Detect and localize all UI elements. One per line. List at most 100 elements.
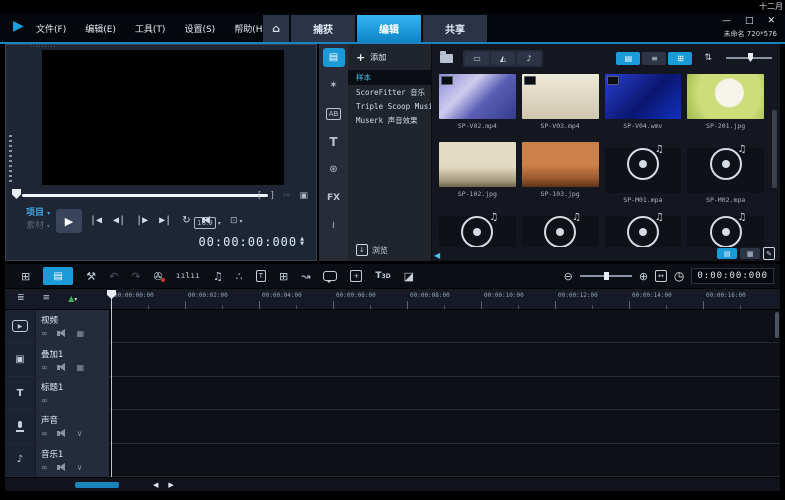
link-icon[interactable]: ∞ [41, 396, 48, 405]
track-vertical-scrollbar[interactable] [775, 312, 779, 338]
transparency-icon[interactable]: ▦ [77, 363, 85, 372]
category-motion-path-icon[interactable]: ≀ [323, 216, 345, 235]
fit-timeline-button[interactable]: ↔ [655, 270, 667, 282]
folder-item-triplescoop[interactable]: Triple Scoop Music [348, 100, 431, 113]
thumbnail-size-slider[interactable] [726, 53, 772, 63]
category-media-icon[interactable]: ▤ [323, 48, 345, 67]
tracker-button[interactable]: + [350, 270, 362, 282]
waveform-toggle-icon[interactable]: ∨ [77, 463, 83, 472]
track-lane[interactable] [111, 377, 780, 409]
menu-tools[interactable]: 工具(T) [135, 22, 166, 35]
mute-speaker-icon[interactable] [57, 363, 68, 372]
menu-edit[interactable]: 编辑(E) [85, 22, 116, 35]
sort-button[interactable]: ⇅ [704, 53, 712, 63]
slider-thumb[interactable] [604, 272, 609, 280]
toolbox-button[interactable]: ⚒ [86, 271, 96, 282]
library-item[interactable]: SP-201.jpg [687, 74, 764, 136]
mute-speaker-icon[interactable] [57, 429, 68, 438]
auto-music-button[interactable]: ♫ [213, 271, 223, 282]
mode-clip[interactable]: 素材 ▾ [26, 220, 50, 233]
pages-view-button[interactable]: ▦ [740, 248, 760, 259]
library-item[interactable]: ♫SP-M01.mpa [605, 142, 682, 204]
menu-settings[interactable]: 设置(S) [184, 22, 215, 35]
track-lane[interactable] [111, 343, 780, 375]
library-item[interactable]: ♫ [605, 210, 682, 247]
timeline-zoom-slider[interactable] [580, 271, 632, 281]
split-clip-icon[interactable]: ✂ [283, 191, 291, 201]
filter-photo-button[interactable]: ◭ [491, 52, 515, 65]
link-icon[interactable]: ∞ [41, 329, 48, 338]
tab-capture[interactable]: 捕获 [291, 15, 355, 42]
scrubber-track[interactable] [22, 194, 268, 197]
timeline-timecode[interactable]: 0:00:00:000 [691, 268, 774, 284]
maximize-button[interactable]: □ [745, 16, 754, 26]
tab-home[interactable]: ⌂ [263, 15, 289, 42]
library-scrollbar[interactable] [772, 110, 777, 188]
view-thumbnail-button[interactable]: ▤ [616, 52, 640, 65]
scroll-next-button[interactable]: ▶ [168, 481, 173, 489]
play-button[interactable]: ▶ [56, 209, 82, 233]
track-lane[interactable] [111, 310, 780, 342]
title-3d-button[interactable]: T3D [375, 271, 390, 281]
timeline-view-button[interactable]: ▤ [43, 267, 73, 285]
scroll-prev-button[interactable]: ◀ [153, 481, 158, 489]
storyboard-view-button[interactable]: ⊞ [21, 271, 30, 282]
track-header[interactable]: ▶ 视频 ∞ ▦ [5, 310, 111, 342]
track-lane[interactable] [111, 444, 780, 476]
edit-pencil-icon[interactable]: ✎ [763, 247, 775, 260]
undo-button[interactable]: ↶ [109, 271, 118, 282]
prev-frame-button[interactable]: ◀| [113, 215, 125, 226]
track-header[interactable]: ♪ 音乐1 ∞ ∨ [5, 444, 111, 476]
subtitle-editor-button[interactable]: T [256, 270, 266, 282]
tab-edit[interactable]: 编辑 [357, 15, 421, 42]
close-button[interactable]: ✕ [767, 16, 775, 26]
category-instant-project-icon[interactable]: ✶ [323, 76, 345, 95]
library-item[interactable]: SP-103.jpg [522, 142, 599, 204]
category-title-icon[interactable]: T [323, 132, 345, 151]
spin-down-icon[interactable]: ▼ [300, 242, 304, 247]
mute-speaker-icon[interactable] [57, 463, 68, 472]
folder-item-scorefitter[interactable]: ScoreFitter 音乐 [348, 85, 431, 100]
track-header[interactable]: 声音 ∞ ∨ [5, 410, 111, 442]
motion-tracking-button[interactable]: ↝ [301, 271, 310, 282]
preview-timecode[interactable]: 00:00:00:000 ▲ ▼ [198, 235, 304, 249]
record-capture-button[interactable]: ✇ [154, 271, 163, 282]
link-icon[interactable]: ∞ [41, 463, 48, 472]
track-lane[interactable] [111, 410, 780, 442]
track-header[interactable]: T 标题1 ∞ [5, 377, 111, 409]
aspect-ratio-selector[interactable]: 16:9 ▾ [194, 217, 221, 229]
chapter-marker-icon[interactable]: ▲▾ [68, 294, 77, 303]
motion-options-button[interactable]: ∴ [236, 271, 243, 282]
go-end-button[interactable]: ▶| [159, 215, 171, 226]
sound-mixer-button[interactable]: ıılıı [176, 272, 200, 280]
scrollbar-thumb[interactable] [75, 482, 119, 488]
folder-item-muserk[interactable]: Muserk 声音效果 [348, 113, 431, 128]
minimize-button[interactable]: — [722, 16, 731, 26]
loop-button[interactable]: ↻ [182, 215, 190, 226]
view-grid-button[interactable]: ⊞ [668, 52, 692, 65]
clock-icon[interactable]: ◷ [674, 270, 684, 282]
library-item[interactable]: SP-V03.mp4 [522, 74, 599, 136]
filter-video-button[interactable]: ▭ [465, 52, 489, 65]
scroll-left-button[interactable]: ◀ [434, 251, 440, 260]
tab-share[interactable]: 共享 [423, 15, 487, 42]
browse-button[interactable]: ↓ 浏览 [356, 244, 388, 256]
add-folder-button[interactable]: + 添加 [348, 44, 431, 70]
zoom-out-button[interactable]: ⊖ [564, 271, 573, 282]
waveform-toggle-icon[interactable]: ∨ [77, 429, 83, 438]
link-icon[interactable]: ∞ [41, 363, 48, 372]
track-manager-icon[interactable]: ≣ [17, 293, 25, 303]
timeline-ruler[interactable]: ≣ ≡ ▲▾ 00:00:00:00 00:00:02:00 00:00:04:… [5, 289, 780, 310]
library-item[interactable]: ♫SP-M02.mpa [687, 142, 764, 204]
split-screen-template-button[interactable]: ⊞ [279, 271, 288, 282]
timecode-spinner[interactable]: ▲ ▼ [300, 237, 304, 247]
gallery-view-button[interactable]: ▤ [717, 248, 737, 259]
next-frame-button[interactable]: |▶ [136, 215, 148, 226]
add-media-folder-icon[interactable] [440, 54, 453, 63]
panel-splitter[interactable] [9, 135, 12, 185]
track-header[interactable]: ▣ 叠加1 ∞ ▦ [5, 343, 111, 375]
slider-thumb[interactable] [748, 53, 753, 62]
redo-button[interactable]: ↷ [131, 271, 140, 282]
zoom-in-button[interactable]: ⊕ [639, 271, 648, 282]
track-options-icon[interactable]: ≡ [43, 293, 51, 303]
